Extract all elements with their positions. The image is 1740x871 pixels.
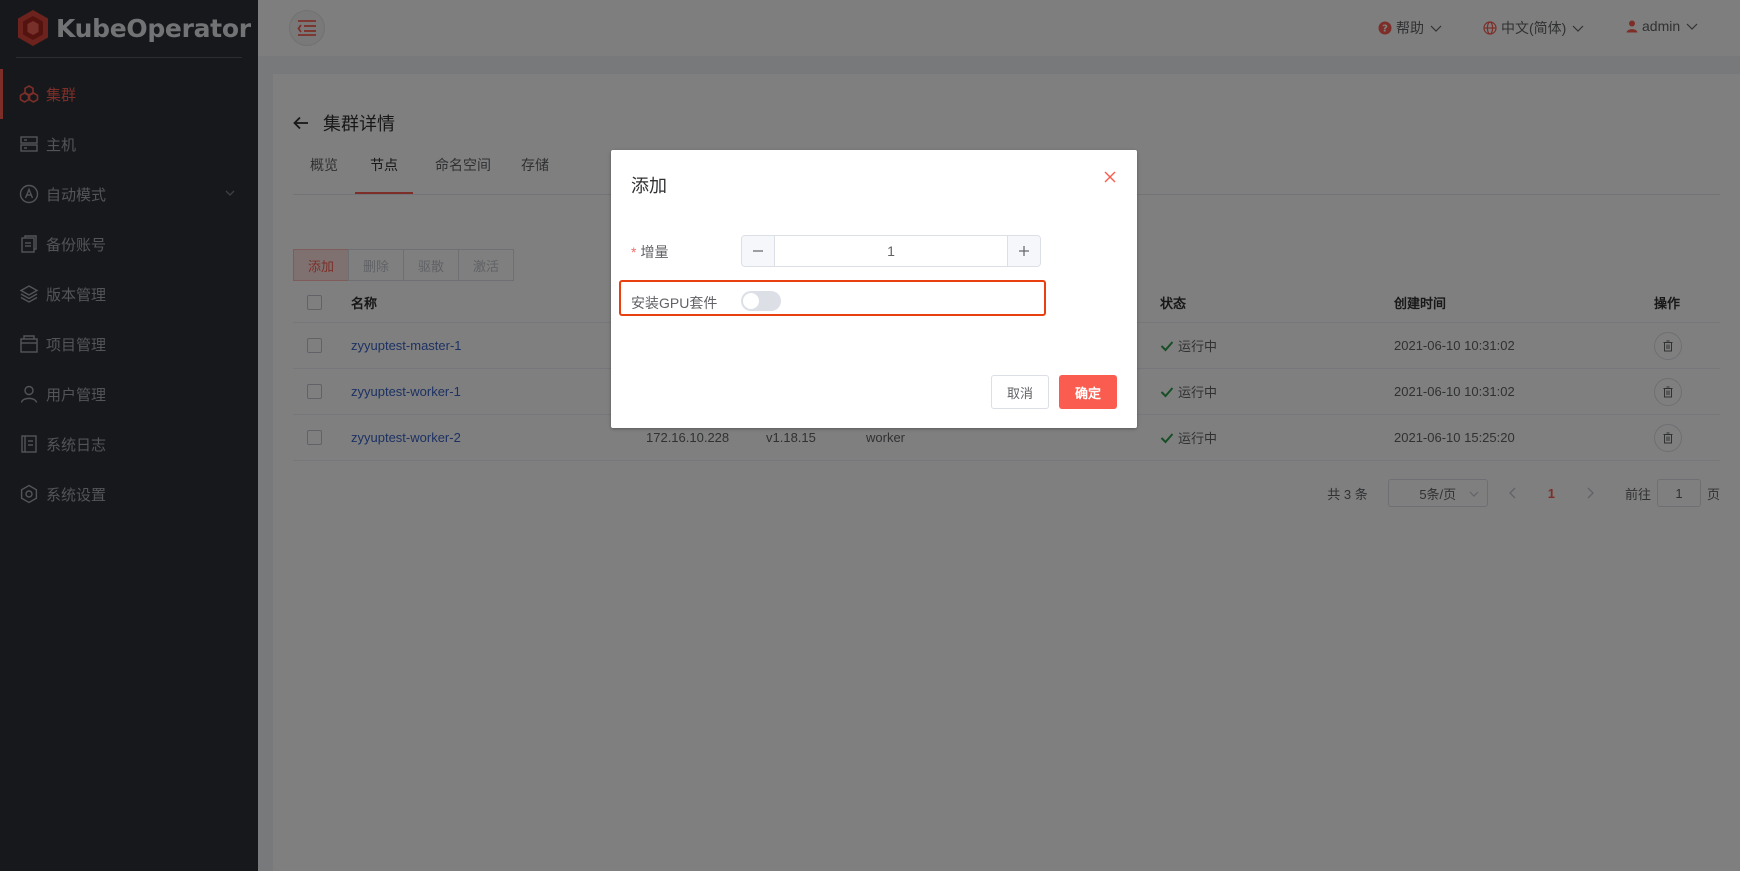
modal-overlay[interactable] bbox=[0, 0, 1740, 871]
minus-icon bbox=[753, 250, 763, 252]
increment-input[interactable]: 1 bbox=[775, 236, 1007, 266]
add-node-dialog: 添加 * 增量 1 安装GPU套件 取消 确定 bbox=[611, 150, 1137, 428]
gpu-label: 安装GPU套件 bbox=[631, 295, 718, 311]
increment-button[interactable] bbox=[1007, 236, 1040, 266]
increment-label-text: 增量 bbox=[640, 244, 669, 260]
plus-icon bbox=[1019, 246, 1029, 256]
cancel-button[interactable]: 取消 bbox=[991, 375, 1049, 409]
increment-stepper: 1 bbox=[741, 235, 1041, 267]
required-mark: * bbox=[631, 244, 637, 260]
confirm-button[interactable]: 确定 bbox=[1059, 375, 1117, 409]
gpu-toggle[interactable] bbox=[741, 291, 781, 311]
toggle-knob bbox=[743, 293, 759, 309]
decrement-button[interactable] bbox=[742, 236, 775, 266]
dialog-title: 添加 bbox=[631, 176, 667, 196]
increment-label: * 增量 bbox=[631, 242, 668, 262]
close-icon[interactable] bbox=[1103, 170, 1117, 184]
